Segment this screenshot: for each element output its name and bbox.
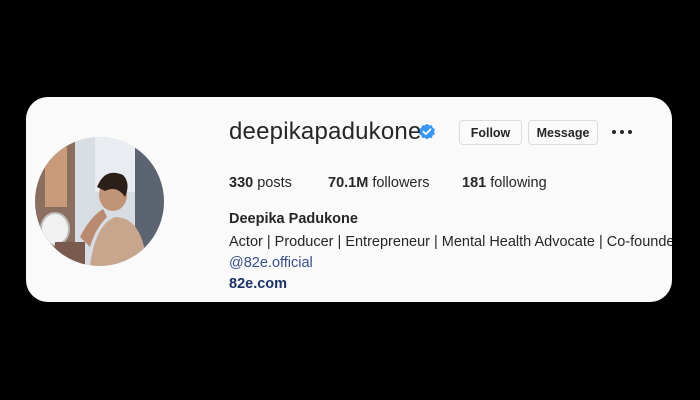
followers-count: 70.1M: [328, 175, 369, 191]
posts-count: 330: [229, 175, 254, 191]
following-count-stat[interactable]: 181 following: [462, 175, 547, 191]
verified-badge-icon: [419, 123, 435, 140]
posts-label: posts: [257, 175, 292, 191]
following-count: 181: [462, 175, 487, 191]
profile-username: deepikapadukone: [229, 118, 422, 145]
profile-website-link[interactable]: 82e.com: [229, 276, 287, 292]
followers-label: followers: [372, 175, 430, 191]
more-dot: [620, 130, 624, 134]
following-label: following: [490, 175, 547, 191]
more-dot: [612, 130, 616, 134]
profile-header-card: deepikapadukone Follow Message 330 posts…: [26, 97, 672, 302]
posts-count-stat: 330 posts: [229, 175, 292, 191]
avatar-photo: [35, 137, 164, 266]
profile-bio: Actor | Producer | Entrepreneur | Mental…: [229, 234, 672, 250]
message-button[interactable]: Message: [528, 120, 598, 145]
followers-count-stat[interactable]: 70.1M followers: [328, 175, 430, 191]
profile-mention-link[interactable]: @82e.official: [229, 255, 313, 271]
more-options-icon[interactable]: [612, 127, 634, 137]
follow-button[interactable]: Follow: [459, 120, 522, 145]
profile-full-name: Deepika Padukone: [229, 211, 358, 227]
more-dot: [628, 130, 632, 134]
profile-avatar[interactable]: [35, 137, 164, 266]
